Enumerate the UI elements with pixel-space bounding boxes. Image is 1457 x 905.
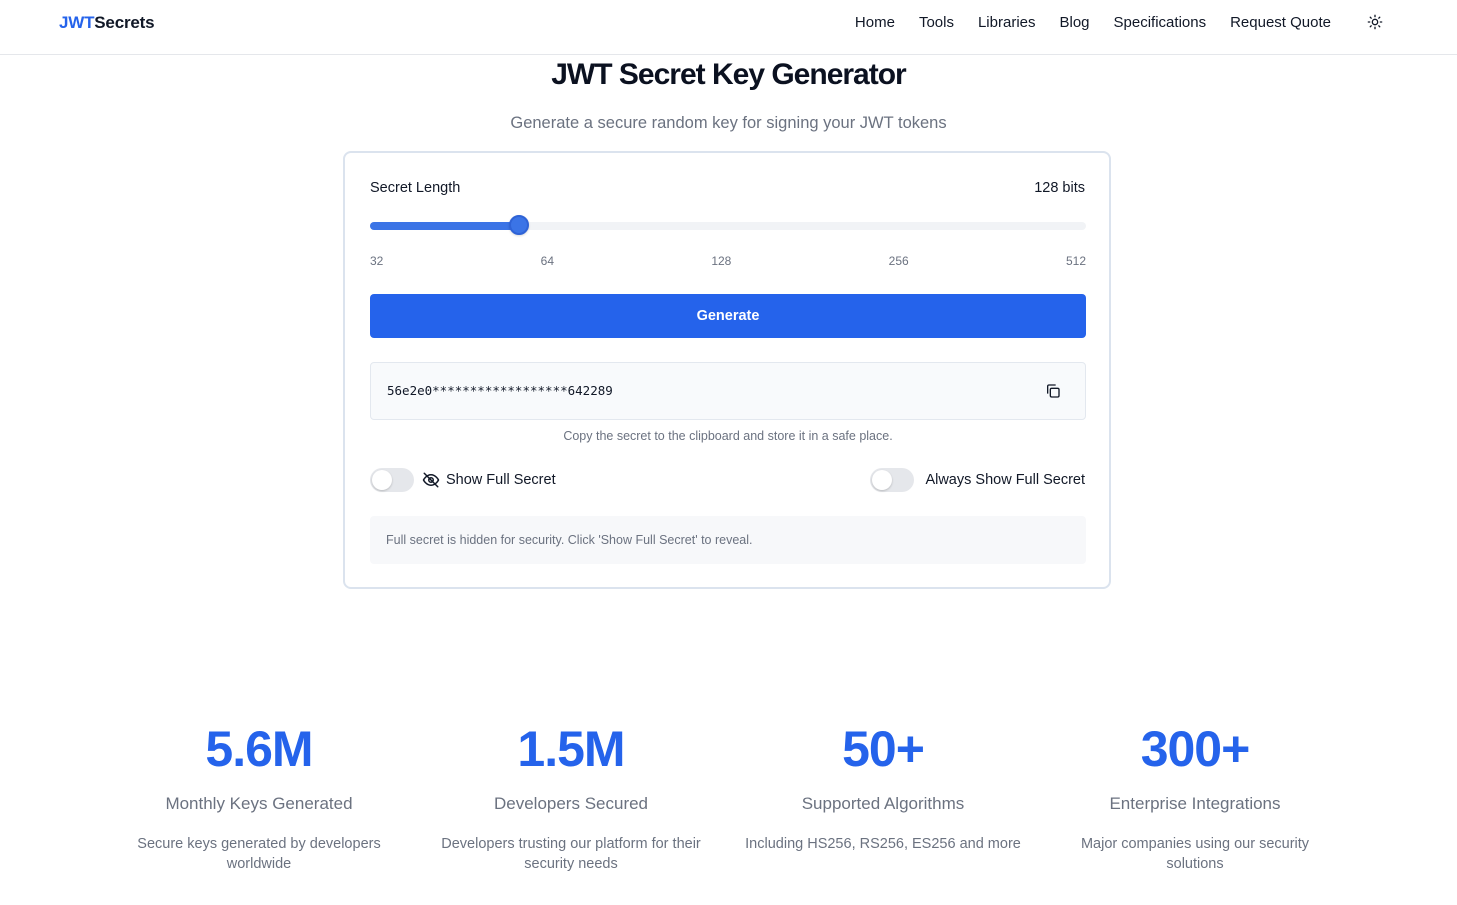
nav-libraries[interactable]: Libraries — [978, 14, 1036, 31]
copy-button[interactable] — [1043, 381, 1063, 401]
page-title: JWT Secret Key Generator — [551, 58, 906, 91]
copy-icon — [1047, 384, 1060, 398]
stat-value: 1.5M — [517, 721, 625, 777]
theme-toggle-button[interactable] — [1366, 12, 1384, 32]
nav-request-quote[interactable]: Request Quote — [1230, 14, 1331, 31]
stat-item: 1.5M Developers Secured Developers trust… — [415, 720, 727, 874]
slider-ticks: 32 64 128 256 512 — [370, 254, 1086, 268]
stat-label: Enterprise Integrations — [1109, 794, 1281, 813]
nav-home[interactable]: Home — [855, 14, 895, 31]
tick-label: 64 — [540, 254, 555, 268]
show-full-secret-label[interactable]: Show Full Secret — [446, 472, 556, 488]
stat-value: 300+ — [1140, 721, 1251, 777]
stat-label: Monthly Keys Generated — [165, 794, 353, 813]
stat-value: 50+ — [842, 721, 925, 777]
stat-item: 50+ Supported Algorithms Including HS256… — [727, 720, 1039, 874]
tick-label: 32 — [370, 254, 384, 268]
always-show-full-secret-toggle[interactable] — [870, 468, 914, 492]
top-navbar: JWTSecrets Home Tools Libraries Blog Spe… — [0, 0, 1457, 55]
stat-description: Developers trusting our platform for the… — [441, 836, 701, 872]
secret-length-slider[interactable] — [370, 215, 1086, 237]
sun-icon — [1367, 14, 1383, 30]
toggle-knob — [372, 470, 392, 490]
tick-label: 256 — [888, 254, 909, 268]
secret-length-label: Secret Length — [370, 180, 461, 196]
eye-off-icon — [422, 472, 440, 488]
site-logo[interactable]: JWTSecrets — [59, 13, 155, 33]
secret-output-box: 56e2e0******************642289 — [370, 362, 1086, 420]
stat-description: Including HS256, RS256, ES256 and more — [745, 836, 1021, 852]
main-nav: Home Tools Libraries Blog Specifications… — [855, 14, 1331, 31]
nav-blog[interactable]: Blog — [1060, 14, 1090, 31]
tick-label: 512 — [1065, 254, 1086, 268]
show-full-secret-toggle[interactable] — [370, 468, 414, 492]
slider-fill — [370, 222, 519, 230]
nav-tools[interactable]: Tools — [919, 14, 954, 31]
generator-card: Secret Length 128 bits 32 64 128 256 512… — [343, 151, 1111, 589]
nav-specifications[interactable]: Specifications — [1114, 14, 1207, 31]
toggle-knob — [872, 470, 892, 490]
generate-button[interactable]: Generate — [370, 294, 1086, 338]
secret-output: 56e2e0******************642289 — [387, 383, 613, 398]
secret-length-value: 128 bits — [1034, 180, 1085, 196]
tick-label: 128 — [711, 254, 732, 268]
stat-description: Major companies using our security solut… — [1080, 836, 1310, 872]
stat-item: 300+ Enterprise Integrations Major compa… — [1039, 720, 1351, 874]
logo-jwt: JWT — [59, 13, 95, 32]
stat-item: 5.6M Monthly Keys Generated Secure keys … — [103, 720, 415, 874]
security-notice-text: Full secret is hidden for security. Clic… — [386, 533, 753, 547]
copy-hint: Copy the secret to the clipboard and sto… — [563, 429, 893, 443]
page-subtitle: Generate a secure random key for signing… — [510, 114, 947, 132]
stat-label: Developers Secured — [493, 794, 649, 813]
stat-label: Supported Algorithms — [801, 794, 965, 813]
stat-value: 5.6M — [205, 721, 313, 777]
always-show-full-secret-label[interactable]: Always Show Full Secret — [925, 472, 1085, 488]
security-notice: Full secret is hidden for security. Clic… — [370, 516, 1086, 564]
stats-section: 5.6M Monthly Keys Generated Secure keys … — [103, 720, 1351, 874]
logo-secrets: Secrets — [94, 13, 155, 32]
stat-description: Secure keys generated by developers worl… — [137, 836, 381, 872]
slider-thumb[interactable] — [509, 215, 529, 235]
